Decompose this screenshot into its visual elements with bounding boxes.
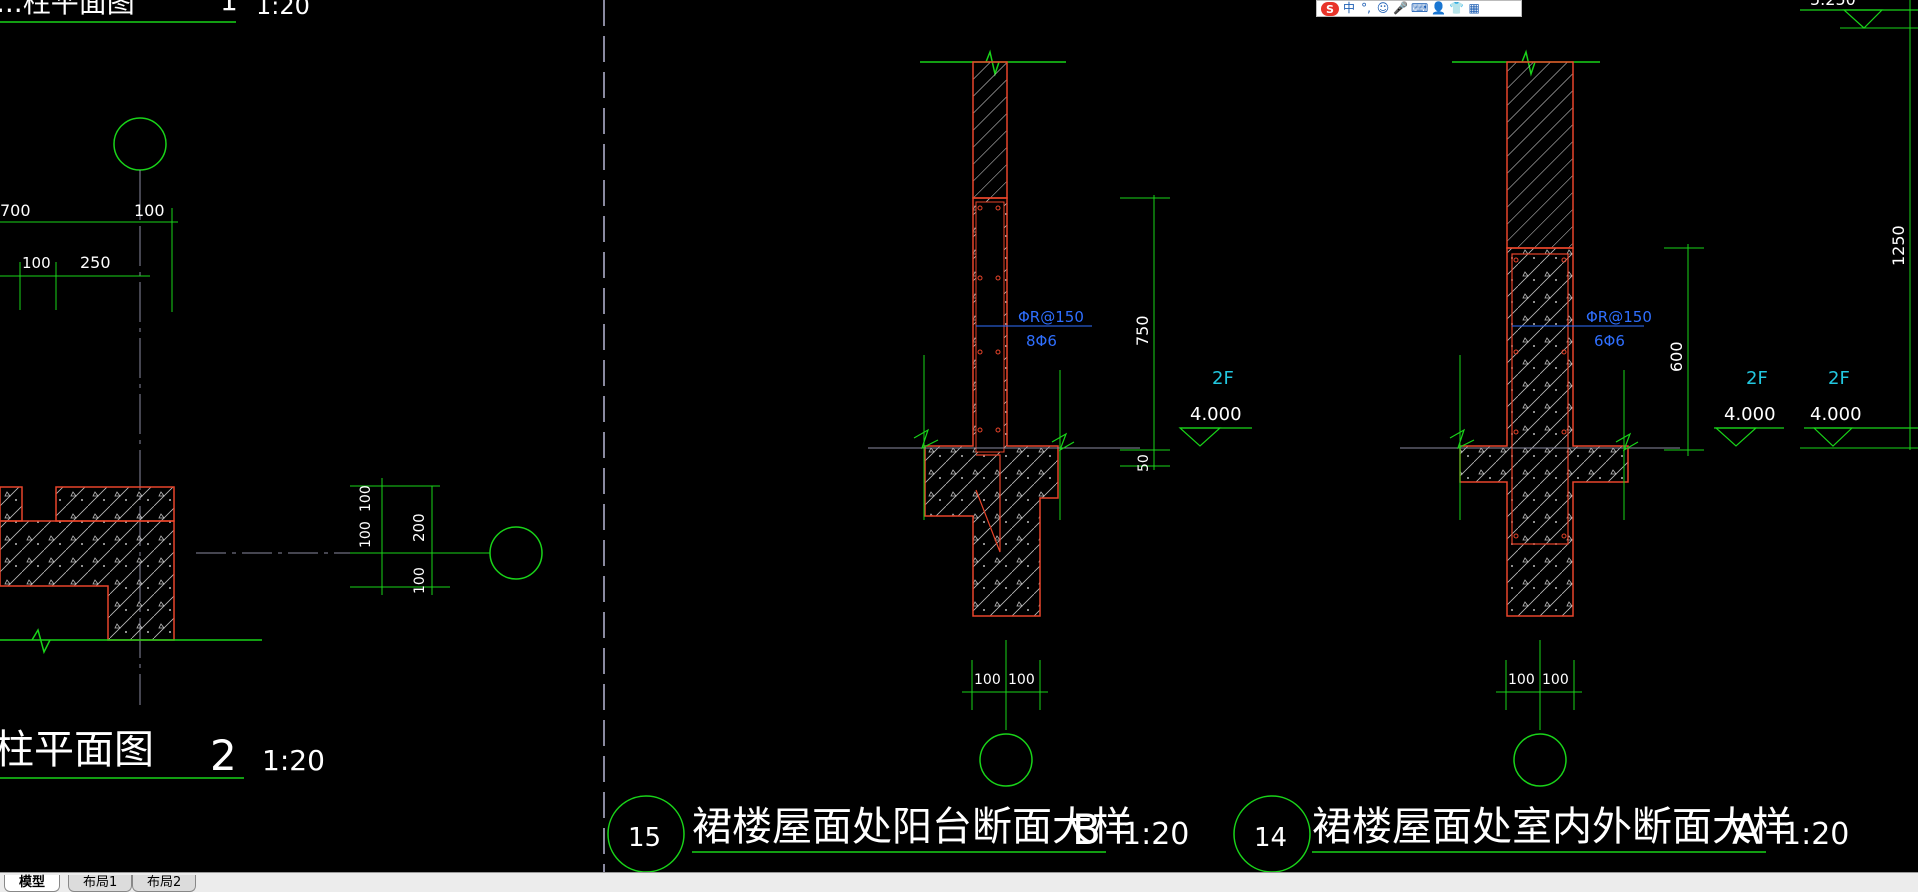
user-icon[interactable]: 👤	[1431, 1, 1446, 16]
skin-shirt-icon[interactable]: 👕	[1449, 1, 1464, 16]
ime-toolbar[interactable]: S 中 °, ☺ 🎤 ⌨ 👤 👕 ▦	[1316, 0, 1522, 17]
bottom-title-num: 2	[210, 731, 237, 780]
tab-layout-1[interactable]: 布局1	[68, 875, 133, 892]
index-number-15: 15	[628, 823, 661, 853]
title-detail-a: 裙楼屋面处室内外断面大样	[1312, 804, 1792, 850]
index-number-14: 14	[1254, 823, 1287, 853]
axis-bubble-right	[489, 526, 543, 580]
dim-100-a: 100	[134, 201, 165, 220]
top-title-scale: 1:20	[256, 0, 310, 20]
dim-100-c: 100	[358, 485, 374, 512]
keyboard-icon[interactable]: ⌨	[1411, 1, 1428, 16]
rebar-label-a-bottom: 6Φ6	[1594, 332, 1625, 350]
bottom-title: 柱平面图	[0, 727, 154, 773]
scale-detail-a: 1:20	[1782, 817, 1849, 852]
layout-tab-bar: 模型 布局1 布局2	[0, 872, 1918, 892]
dim-200: 200	[410, 513, 428, 542]
plan-section-body	[0, 520, 175, 641]
bottom-dim-b-1: 100	[974, 672, 1001, 688]
top-right-elevation: 5.250	[1810, 0, 1856, 9]
bottom-dim-a-1: 100	[1508, 672, 1535, 688]
dim-100-e: 100	[412, 567, 428, 594]
bottom-title-scale: 1:20	[262, 744, 325, 777]
dim-100-d: 100	[358, 521, 374, 548]
detail-b: ΦR@150 8Φ6 750 50 2F 4.000 100 100 15 裙楼…	[607, 49, 1252, 872]
top-title-num: 1	[220, 0, 238, 17]
rebar-label-a-top: ΦR@150	[1586, 308, 1652, 326]
axis-bubble-top	[113, 117, 167, 171]
dim-1250: 1250	[1889, 225, 1908, 266]
dim-250: 250	[80, 253, 111, 272]
dim-100-b: 100	[22, 254, 51, 272]
emoji-icon[interactable]: ☺	[1376, 1, 1390, 16]
title-detail-b: 裙楼屋面处阳台断面大样	[692, 804, 1132, 850]
elevation-a: 4.000	[1724, 404, 1776, 425]
scale-detail-b: 1:20	[1122, 817, 1189, 852]
punctuation-icon[interactable]: °,	[1359, 1, 1373, 16]
bottom-dim-b-2: 100	[1008, 672, 1035, 688]
top-title-fragment: ...柱平面图	[0, 0, 135, 19]
brick-wall-b	[972, 61, 1008, 199]
floor-label-a: 2F	[1746, 368, 1768, 389]
dim-750: 750	[1133, 315, 1152, 346]
elevation-b: 4.000	[1190, 404, 1242, 425]
brick-wall-a	[1506, 61, 1574, 249]
dim-700: 700	[0, 201, 31, 220]
mark-detail-b: B	[1072, 805, 1101, 854]
axis-bubble-a	[1513, 733, 1567, 787]
left-plan-view: ...柱平面图 1 1:20 700 100 100 250 100 100 2…	[0, 0, 543, 780]
concrete-section-a	[1459, 247, 1629, 617]
tab-model[interactable]: 模型	[4, 875, 61, 892]
dim-50: 50	[1136, 454, 1152, 472]
ime-logo-icon[interactable]: S	[1321, 1, 1339, 16]
tab-layout-2[interactable]: 布局2	[132, 875, 197, 892]
elevation-a2: 4.000	[1810, 404, 1862, 425]
bottom-dim-a-2: 100	[1542, 672, 1569, 688]
floor-label-b: 2F	[1212, 368, 1234, 389]
dim-600: 600	[1667, 341, 1686, 372]
rebar-label-b-bottom: 8Φ6	[1026, 332, 1057, 350]
axis-bubble-b	[979, 733, 1033, 787]
mark-detail-a: A	[1732, 805, 1761, 854]
microphone-icon[interactable]: 🎤	[1393, 1, 1408, 16]
grid-tools-icon[interactable]: ▦	[1467, 1, 1481, 16]
rebar-label-b-top: ΦR@150	[1018, 308, 1084, 326]
floor-label-a2: 2F	[1828, 368, 1850, 389]
cad-model-canvas[interactable]: ...柱平面图 1 1:20 700 100 100 250 100 100 2…	[0, 0, 1918, 872]
detail-a: ΦR@150 6Φ6 600 2F 4.000 2F 4.000 1250 5.…	[1233, 0, 1918, 872]
language-mode-icon[interactable]: 中	[1342, 1, 1356, 16]
